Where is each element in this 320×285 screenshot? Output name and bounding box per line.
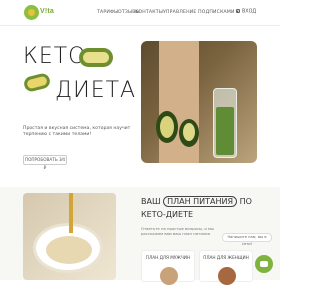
hero-photo: [141, 41, 257, 163]
chat-icon[interactable]: [255, 255, 273, 273]
plan-card-male-label: ПЛАН ДЛЯ МУЖЧИН: [145, 255, 191, 260]
login-icon: [236, 9, 240, 13]
logo-text: V!ta: [40, 8, 55, 15]
plan-title-suffix: ПО: [239, 197, 252, 206]
login-link[interactable]: ВХОД: [236, 9, 256, 15]
hero-title-line2: ДИЕТА: [55, 78, 137, 103]
plan-title-highlight: ПЛАН ПИТАНИЯ: [163, 196, 238, 207]
avocado-image: [22, 72, 52, 93]
man-avatar: [160, 267, 178, 285]
plan-card-female[interactable]: ПЛАН ДЛЯ ЖЕНЩИН: [199, 250, 253, 285]
plan-title: ВАШ ПЛАН ПИТАНИЯ ПО: [141, 196, 252, 207]
site-header: V!ta ТАРИФЫ ОТЗЫВЫ КОНТАКТЫ УПРАВЛЕНИЕ П…: [0, 0, 280, 26]
try-button[interactable]: ПОПРОБОВАТЬ 3⁄4 ₽: [23, 155, 67, 170]
plan-card-male[interactable]: ПЛАН ДЛЯ МУЖЧИН: [141, 250, 195, 285]
nav-contacts[interactable]: КОНТАКТЫ: [135, 10, 163, 15]
nav-manage-subscriptions[interactable]: УПРАВЛЕНИЕ ПОДПИСКАМИ ▾: [163, 10, 239, 15]
plan-title-line2: КЕТО-ДИЕТЕ: [141, 210, 194, 219]
woman-avatar: [218, 267, 236, 285]
avocado-image: [79, 48, 113, 67]
oatmeal-photo: [23, 193, 116, 280]
chat-bubble[interactable]: Напишите нам, мы в сети!: [222, 233, 272, 246]
hero-description: Простая и вкусная система, которая научи…: [23, 126, 131, 137]
logo-icon: [24, 5, 39, 20]
plan-subtitle: Ответьте на простые вопросы, и мы расска…: [141, 226, 214, 236]
plan-title-prefix: ВАШ: [141, 197, 161, 206]
login-label: ВХОД: [242, 9, 257, 15]
plan-card-female-label: ПЛАН ДЛЯ ЖЕНЩИН: [203, 255, 249, 260]
nav-tariffs[interactable]: ТАРИФЫ: [97, 10, 118, 15]
logo[interactable]: V!ta: [24, 5, 64, 22]
hero-title-line1: КЕТО: [23, 44, 87, 69]
